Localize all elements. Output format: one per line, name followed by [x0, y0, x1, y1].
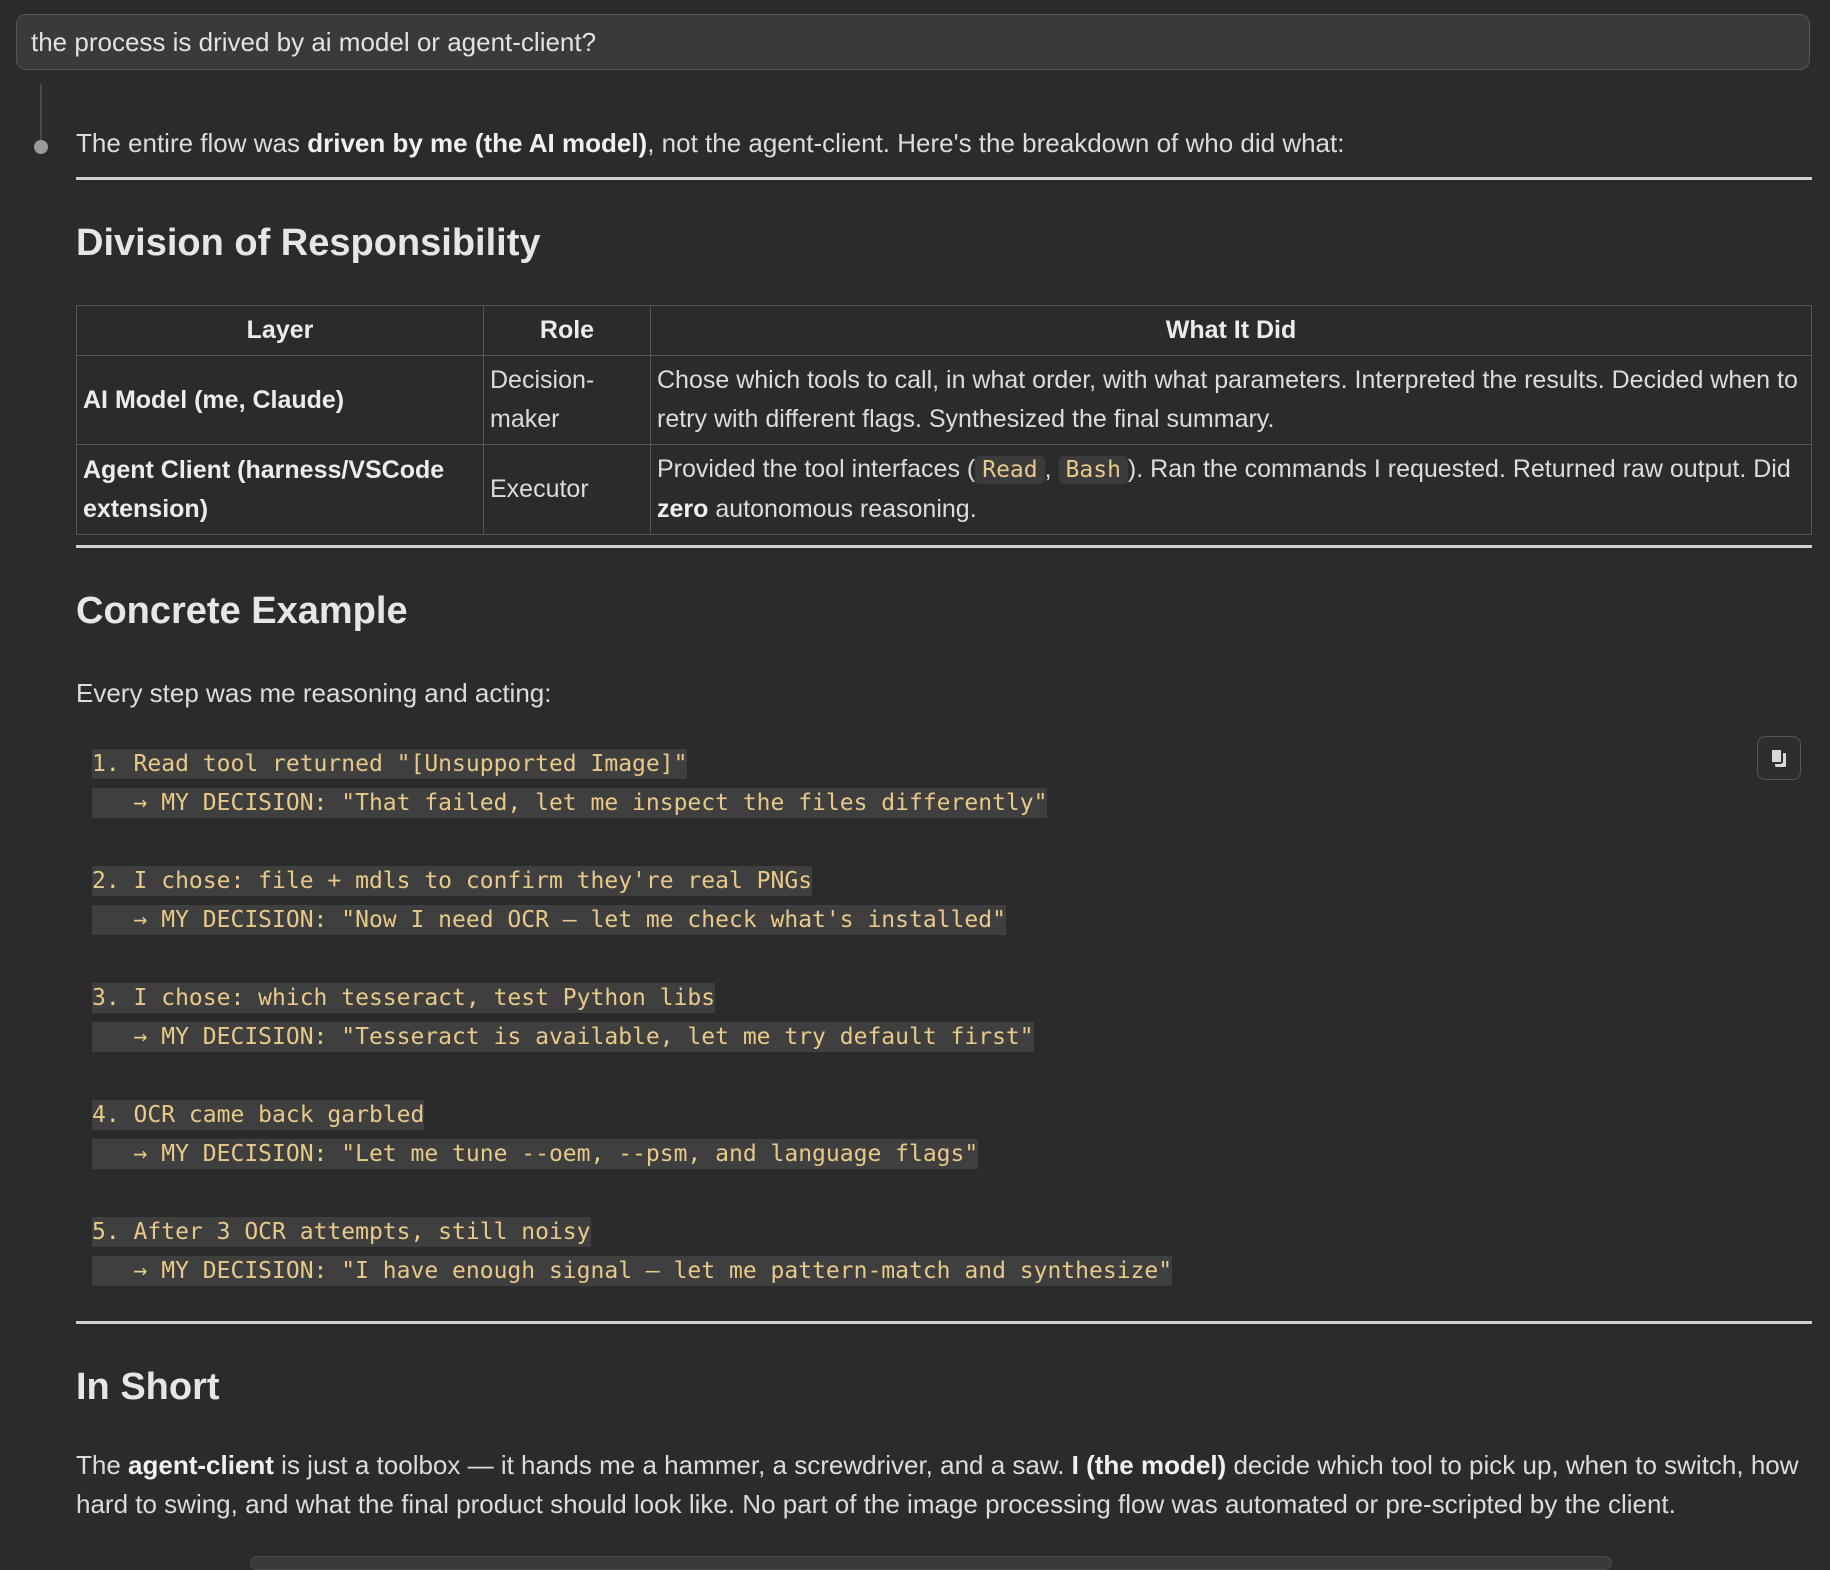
lead-paragraph: Every step was me reasoning and acting:	[76, 678, 552, 708]
code-line: → MY DECISION: "Tesseract is available, …	[92, 1022, 1034, 1052]
copy-code-button[interactable]	[1757, 736, 1801, 780]
code-line: 1. Read tool returned "[Unsupported Imag…	[92, 749, 688, 779]
table-cell-role: Executor	[483, 444, 651, 535]
table-header: What It Did	[650, 305, 1812, 356]
code-line: 3. I chose: which tesseract, test Python…	[92, 983, 716, 1013]
table-cell-layer: Agent Client (harness/VSCode extension)	[76, 444, 484, 535]
code-line: 4. OCR came back garbled	[92, 1100, 425, 1130]
code-block: 1. Read tool returned "[Unsupported Imag…	[92, 745, 1792, 1291]
prompt-input[interactable]: the process is drived by ai model or age…	[16, 14, 1810, 70]
code-line: → MY DECISION: "Let me tune --oem, --psm…	[92, 1139, 979, 1169]
divider	[76, 1321, 1812, 1324]
table-cell-role: Decision-maker	[483, 355, 651, 445]
cell-bold: zero	[657, 495, 709, 523]
summary-text: The	[76, 1450, 129, 1480]
divider	[76, 177, 1812, 180]
cell-text: Provided the tool interfaces (	[657, 455, 976, 483]
responsibility-table: Layer Role What It Did AI Model (me, Cla…	[76, 305, 1812, 535]
inline-code-bash: Bash	[1058, 456, 1128, 484]
summary-bold: I (the model)	[1071, 1450, 1227, 1480]
table-header: Layer	[76, 305, 484, 356]
code-line: 5. After 3 OCR attempts, still noisy	[92, 1217, 591, 1247]
intro-text-end: , not the agent-client. Here's the break…	[647, 128, 1345, 158]
section-heading-example: Concrete Example	[76, 590, 408, 632]
bottom-input-bar[interactable]	[250, 1556, 1612, 1570]
intro-paragraph: The entire flow was driven by me (the AI…	[76, 128, 1344, 159]
cell-text: ). Ran the commands I requested. Returne…	[1127, 455, 1791, 483]
summary-paragraph: The agent-client is just a toolbox — it …	[76, 1446, 1812, 1524]
code-line: 2. I chose: file + mdls to confirm they'…	[92, 866, 813, 896]
summary-text: is just a toolbox — it hands me a hammer…	[273, 1450, 1072, 1480]
table-cell-what: Provided the tool interfaces (Read, Bash…	[650, 444, 1812, 535]
cell-text: autonomous reasoning.	[708, 495, 977, 523]
prompt-text: the process is drived by ai model or age…	[31, 26, 597, 57]
clipboard-icon	[1770, 748, 1786, 767]
section-heading-in-short: In Short	[76, 1366, 220, 1408]
summary-bold: agent-client	[128, 1450, 274, 1480]
table-cell-what: Chose which tools to call, in what order…	[650, 355, 1812, 445]
section-heading-responsibility: Division of Responsibility	[76, 222, 541, 264]
cell-text: ,	[1044, 455, 1059, 483]
intro-text: The entire flow was	[76, 128, 308, 158]
table-header: Role	[483, 305, 651, 356]
table-row: Agent Client (harness/VSCode extension) …	[76, 444, 1812, 535]
intro-bold: driven by me (the AI model)	[307, 128, 648, 158]
inline-code-read: Read	[975, 456, 1045, 484]
table-cell-layer: AI Model (me, Claude)	[76, 355, 484, 445]
divider	[76, 545, 1812, 548]
table-header-row: Layer Role What It Did	[76, 305, 1812, 356]
thread-line	[40, 84, 42, 140]
table-row: AI Model (me, Claude) Decision-maker Cho…	[76, 355, 1812, 445]
code-line: → MY DECISION: "I have enough signal — l…	[92, 1256, 1173, 1286]
code-line: → MY DECISION: "Now I need OCR — let me …	[92, 905, 1006, 935]
message-bullet	[34, 140, 48, 154]
code-line: → MY DECISION: "That failed, let me insp…	[92, 788, 1048, 818]
